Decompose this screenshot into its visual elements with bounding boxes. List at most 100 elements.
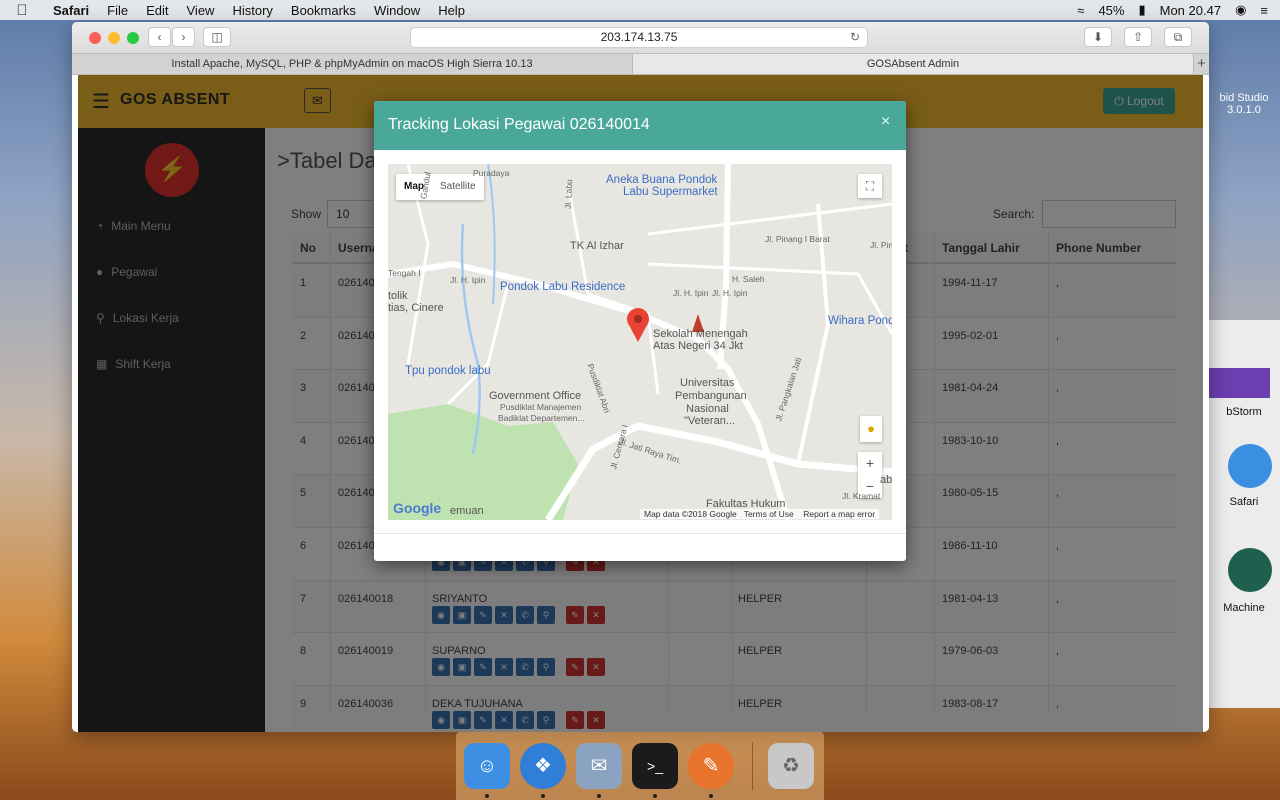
finder-icon[interactable]: ☺ xyxy=(464,743,510,789)
notification-center-icon[interactable]: ≡ xyxy=(1260,3,1268,18)
map-label: Sekolah Menengah xyxy=(653,328,748,340)
map-label: Government Office xyxy=(489,390,582,402)
menu-help[interactable]: Help xyxy=(429,3,474,18)
menu-window[interactable]: Window xyxy=(365,3,429,18)
map-label: Tengah I xyxy=(388,268,421,278)
macos-menubar:  Safari File Edit View History Bookmark… xyxy=(0,0,1280,20)
clock[interactable]: Mon 20.47 xyxy=(1160,3,1221,18)
modal-header: Tracking Lokasi Pegawai 026140014 × xyxy=(374,101,906,150)
menu-edit[interactable]: Edit xyxy=(137,3,177,18)
menu-app-name[interactable]: Safari xyxy=(44,3,98,18)
safari-icon xyxy=(1228,444,1272,488)
google-logo[interactable]: Google xyxy=(393,500,441,516)
running-indicator xyxy=(485,794,489,798)
share-button[interactable]: ⇧ xyxy=(1124,27,1152,47)
window-titlebar: ‹ › ◫ 203.174.13.75 ↻ ⬇ ⇧ ⧉ xyxy=(72,22,1209,53)
modal-title: Tracking Lokasi Pegawai 026140014 xyxy=(388,116,650,133)
desktop-app-android-studio[interactable]: bid Studio 3.0.1.0 xyxy=(1208,92,1280,116)
new-tab-button[interactable]: + xyxy=(1194,54,1209,74)
web-page: ☰ GOS ABSENT ✉ ⏻ Logout ⚡ ◔Main Menu ●Pe… xyxy=(78,75,1203,732)
desktop-app-label: Safari xyxy=(1229,496,1259,508)
map-label: Jl. Pinang I Barat xyxy=(765,234,830,244)
zoom-window-button[interactable] xyxy=(127,31,139,44)
running-indicator xyxy=(597,794,601,798)
map-roads xyxy=(388,164,892,520)
running-indicator xyxy=(653,794,657,798)
running-indicator xyxy=(709,794,713,798)
terms-of-use-link[interactable]: Terms of Use xyxy=(744,509,794,519)
tab-install-apache[interactable]: Install Apache, MySQL, PHP & phpMyAdmin … xyxy=(72,54,633,74)
wifi-icon[interactable]: ≈ xyxy=(1077,3,1084,18)
map-label: ab xyxy=(880,474,892,486)
map-label: Pondok Labu Residence xyxy=(500,281,626,293)
map-type-control: Map Satellite xyxy=(396,174,484,200)
map-label: Jl. H. Ipin xyxy=(712,288,748,298)
back-button[interactable]: ‹ xyxy=(148,27,171,47)
close-modal-button[interactable]: × xyxy=(881,113,890,131)
map-label: Jl. H. Ipin xyxy=(673,288,709,298)
map-label: Atas Negeri 34 Jkt xyxy=(653,340,743,352)
map-label: tolik xyxy=(388,290,408,302)
map-label: Puradaya xyxy=(473,168,510,178)
menu-file[interactable]: File xyxy=(98,3,137,18)
map-label: Pusdiklat Manajemen xyxy=(500,402,582,412)
fullscreen-icon[interactable]: ⛶ xyxy=(858,174,882,198)
desktop-app-version: 3.0.1.0 xyxy=(1227,104,1261,116)
map-label: emuan xyxy=(450,505,484,517)
minimize-window-button[interactable] xyxy=(108,31,120,44)
zoom-in-button[interactable]: + xyxy=(858,452,882,475)
map-label: Universitas xyxy=(680,377,735,389)
map-label: TK Al Izhar xyxy=(570,240,624,252)
map-data-credit: Map data ©2018 Google xyxy=(644,509,737,519)
forward-button[interactable]: › xyxy=(172,27,195,47)
terminal-icon[interactable]: >_ xyxy=(632,743,678,789)
map-label: Jl. Kramat xyxy=(842,491,881,501)
report-map-error-link[interactable]: Report a map error xyxy=(803,509,875,519)
map-label: "Veteran... xyxy=(684,415,735,427)
mail-stamp-icon[interactable]: ✉ xyxy=(576,743,622,789)
address-bar[interactable]: 203.174.13.75 ↻ xyxy=(410,27,868,48)
tracking-modal: Tracking Lokasi Pegawai 026140014 × Map … xyxy=(374,101,906,561)
map-attribution: Map data ©2018 Google Terms of Use Repor… xyxy=(640,509,880,519)
map-label: Labu Supermarket xyxy=(623,186,718,198)
map-label: Aneka Buana Pondok xyxy=(606,174,718,186)
desktop-app-time-machine[interactable]: Machine xyxy=(1208,548,1280,614)
desktop-app-phpstorm[interactable]: bStorm xyxy=(1208,368,1280,418)
safari-dock-icon[interactable]: ❖ xyxy=(520,743,566,789)
safari-window: ‹ › ◫ 203.174.13.75 ↻ ⬇ ⇧ ⧉ Install Apac… xyxy=(72,22,1209,732)
downloads-button[interactable]: ⬇ xyxy=(1084,27,1112,47)
tab-gosabsent-admin[interactable]: GOSAbsent Admin xyxy=(633,54,1194,74)
siri-icon[interactable]: ◉ xyxy=(1235,2,1246,18)
map-label: Jl. Labu xyxy=(563,179,575,210)
desktop-app-safari[interactable]: Safari xyxy=(1208,444,1280,508)
map-label: Jl. H. Ipin xyxy=(450,275,486,285)
tab-bar: Install Apache, MySQL, PHP & phpMyAdmin … xyxy=(72,53,1209,75)
map-label: Badiklat Departemen... xyxy=(498,413,585,423)
desktop-app-label: Machine xyxy=(1223,602,1265,614)
sidebar-toggle-button[interactable]: ◫ xyxy=(203,27,231,47)
apple-icon[interactable]:  xyxy=(0,2,44,19)
map-label: Jl. Pinan xyxy=(870,240,892,250)
menu-view[interactable]: View xyxy=(178,3,224,18)
close-window-button[interactable] xyxy=(89,31,101,44)
sublime-text-icon[interactable]: ✎ xyxy=(688,743,734,789)
reload-icon[interactable]: ↻ xyxy=(850,28,860,47)
battery-icon[interactable]: ▮ xyxy=(1138,2,1145,18)
map-label: Pembangunan xyxy=(675,390,747,402)
menu-history[interactable]: History xyxy=(223,3,281,18)
tabs-overview-button[interactable]: ⧉ xyxy=(1164,27,1192,47)
dock-divider xyxy=(752,742,753,790)
phpstorm-icon xyxy=(1208,368,1270,398)
map-label: Wihara Pond xyxy=(828,315,892,327)
desktop-app-label: bStorm xyxy=(1226,406,1262,418)
street-view-pegman-icon[interactable]: ● xyxy=(860,416,882,442)
menu-bookmarks[interactable]: Bookmarks xyxy=(282,3,365,18)
map-label: H. Saleh xyxy=(732,274,765,284)
time-machine-icon xyxy=(1228,548,1272,592)
trash-icon[interactable]: ♻ xyxy=(768,743,814,789)
google-map[interactable]: Map Satellite ⛶ ● + − Aneka Buana Pondok… xyxy=(388,164,892,520)
desktop-app-label: bid Studio xyxy=(1219,92,1269,104)
map-label: Nasional xyxy=(686,403,729,415)
map-label: tias, Cinere xyxy=(388,302,444,314)
battery-percent[interactable]: 45% xyxy=(1098,3,1124,18)
